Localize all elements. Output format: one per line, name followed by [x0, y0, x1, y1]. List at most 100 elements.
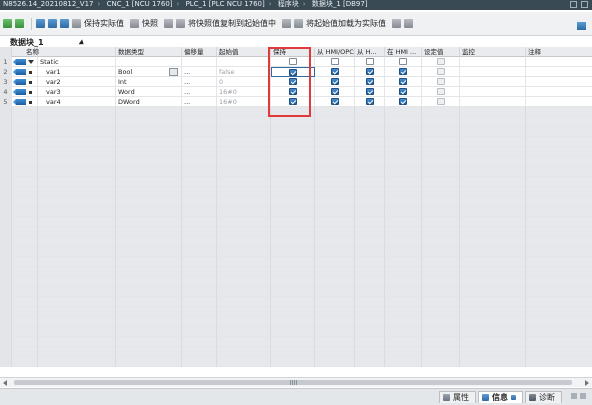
hmi-visible-checkbox[interactable] — [399, 58, 407, 65]
row-comment[interactable] — [526, 77, 592, 87]
header-datatype[interactable]: 数据类型 — [116, 47, 182, 57]
breadcrumb-cnc[interactable]: CNC_1 [NCU 1760] — [107, 0, 173, 8]
header-start-value[interactable]: 起始值 — [217, 47, 271, 57]
row-name[interactable]: var1 — [38, 67, 116, 77]
row-start-value[interactable]: 16#0 — [217, 87, 271, 97]
snapshot-icon[interactable] — [130, 19, 139, 28]
row-name[interactable]: var2 — [38, 77, 116, 87]
empty-table-row[interactable] — [0, 287, 592, 297]
setpoint-checkbox[interactable] — [436, 58, 445, 65]
header-setpoint[interactable]: 设定值 — [422, 47, 460, 57]
settings-icon[interactable] — [392, 19, 401, 28]
empty-table-row[interactable] — [0, 277, 592, 287]
breadcrumb-project[interactable]: N8526.14_20210812_V17 — [3, 0, 94, 8]
hmi-access-checkbox[interactable] — [365, 98, 374, 105]
empty-table-row[interactable] — [0, 327, 592, 337]
empty-table-row[interactable] — [0, 117, 592, 127]
row-start-value[interactable]: false — [217, 67, 271, 77]
setpoint-checkbox[interactable] — [436, 68, 445, 75]
empty-table-row[interactable] — [0, 167, 592, 177]
tab-diagnostics[interactable]: 诊断 — [525, 391, 562, 403]
expand-triangle-icon[interactable] — [28, 60, 34, 64]
hmi-visible-checkbox[interactable] — [399, 98, 407, 105]
copy-icon[interactable] — [164, 19, 173, 28]
scroll-right-icon[interactable] — [585, 380, 589, 386]
empty-table-row[interactable] — [0, 307, 592, 317]
header-hmi-opc[interactable]: 从 HMI/OPC... — [315, 47, 355, 57]
hmi-access-checkbox[interactable] — [365, 78, 374, 85]
row-datatype[interactable]: Word — [116, 87, 182, 97]
filter-icon[interactable] — [72, 19, 81, 28]
row-start-value[interactable] — [217, 57, 271, 67]
horizontal-scrollbar[interactable] — [0, 377, 592, 387]
setpoint-checkbox[interactable] — [436, 98, 445, 105]
empty-table-row[interactable] — [0, 147, 592, 157]
empty-table-row[interactable] — [0, 297, 592, 307]
row-datatype[interactable]: Int — [116, 77, 182, 87]
row-start-value[interactable]: 16#0 — [217, 97, 271, 107]
copy-all-icon[interactable] — [176, 19, 185, 28]
empty-table-row[interactable] — [0, 187, 592, 197]
empty-table-row[interactable] — [0, 127, 592, 137]
empty-table-row[interactable] — [0, 197, 592, 207]
header-hmi-visible[interactable]: 在 HMI ... — [385, 47, 422, 57]
panel-layout-icon[interactable] — [577, 22, 586, 30]
header-monitor[interactable]: 监控 — [460, 47, 526, 57]
row-datatype[interactable]: DWord — [116, 97, 182, 107]
breadcrumb-plc[interactable]: PLC_1 [PLC NCU 1760] — [186, 0, 265, 8]
load-all-icon[interactable] — [294, 19, 303, 28]
hmi-visible-checkbox[interactable] — [399, 78, 407, 85]
breadcrumb-data-block[interactable]: 数据块_1 [DB97] — [312, 0, 368, 8]
empty-table-row[interactable] — [0, 137, 592, 147]
empty-table-row[interactable] — [0, 157, 592, 167]
hmi-opc-checkbox[interactable] — [330, 78, 339, 85]
add-row-icon[interactable] — [3, 19, 12, 28]
hmi-opc-checkbox[interactable] — [330, 58, 339, 65]
empty-table-row[interactable] — [0, 217, 592, 227]
row-name[interactable]: var3 — [38, 87, 116, 97]
breadcrumb-program-blocks[interactable]: 程序块 — [278, 0, 299, 8]
hmi-visible-checkbox[interactable] — [399, 68, 407, 75]
row-name[interactable]: var4 — [38, 97, 116, 107]
export-icon[interactable] — [404, 19, 413, 28]
row-start-value[interactable]: 0 — [217, 77, 271, 87]
empty-table-row[interactable] — [0, 177, 592, 187]
row-comment[interactable] — [526, 67, 592, 77]
empty-table-row[interactable] — [0, 247, 592, 257]
maximize-icon[interactable] — [581, 1, 588, 8]
setpoint-checkbox[interactable] — [436, 78, 445, 85]
row-comment[interactable] — [526, 57, 592, 67]
header-offset[interactable]: 偏移量 — [182, 47, 217, 57]
datatype-dropdown-icon[interactable] — [169, 68, 178, 76]
empty-table-row[interactable] — [0, 347, 592, 357]
minimize-icon[interactable] — [570, 1, 577, 8]
list-icon[interactable] — [60, 19, 69, 28]
insert-row-icon[interactable] — [15, 19, 24, 28]
expand-icon[interactable] — [36, 19, 45, 28]
hmi-access-checkbox[interactable] — [365, 68, 374, 75]
float-panel-icon[interactable] — [580, 393, 586, 399]
hmi-visible-checkbox[interactable] — [399, 88, 407, 95]
hmi-opc-checkbox[interactable] — [330, 98, 339, 105]
setpoint-checkbox[interactable] — [436, 88, 445, 95]
empty-table-row[interactable] — [0, 227, 592, 237]
collapse-icon[interactable] — [48, 19, 57, 28]
snapshot-button[interactable]: 快照 — [142, 18, 158, 29]
load-icon[interactable] — [282, 19, 291, 28]
hmi-opc-checkbox[interactable] — [330, 68, 339, 75]
empty-table-row[interactable] — [0, 317, 592, 327]
tab-properties[interactable]: 属性 — [439, 391, 476, 403]
keep-actual-values-button[interactable]: 保持实际值 — [84, 18, 124, 29]
header-hmi-access[interactable]: 从 H... — [355, 47, 385, 57]
tab-info[interactable]: 信息 — [478, 391, 523, 403]
header-name[interactable]: 名称 — [12, 47, 116, 57]
empty-table-row[interactable] — [0, 337, 592, 347]
row-datatype[interactable]: Bool — [116, 67, 182, 77]
empty-table-row[interactable] — [0, 237, 592, 247]
scroll-left-icon[interactable] — [3, 380, 7, 386]
empty-table-row[interactable] — [0, 207, 592, 217]
hmi-access-checkbox[interactable] — [365, 58, 374, 65]
collapse-panel-icon[interactable] — [571, 393, 577, 399]
row-name[interactable]: Static — [38, 57, 116, 67]
empty-table-row[interactable] — [0, 267, 592, 277]
